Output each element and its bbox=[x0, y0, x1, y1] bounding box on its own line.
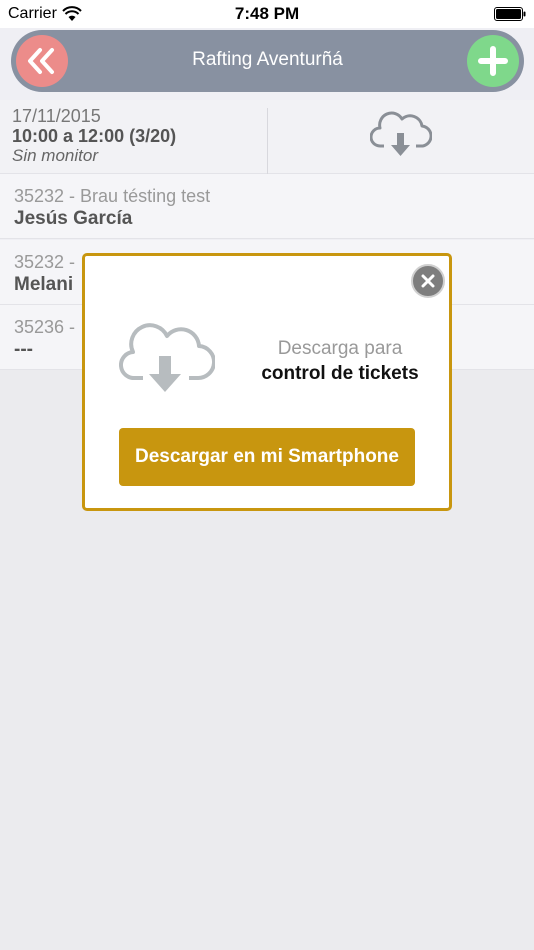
booking-id: 35232 - Brau tésting test bbox=[14, 186, 211, 206]
booking-name: Melani bbox=[14, 274, 74, 295]
list-item[interactable]: 35232 - Brau tésting test Jesús García bbox=[0, 174, 534, 239]
modal-message: Descarga para control de tickets bbox=[235, 336, 445, 386]
session-time: 10:00 a 12:00 (3/20) bbox=[12, 126, 177, 146]
add-button[interactable] bbox=[467, 35, 519, 87]
session-monitor: Sin monitor bbox=[12, 146, 98, 165]
page-title: Rafting Aventurñá bbox=[192, 49, 343, 70]
session-info: 17/11/2015 10:00 a 12:00 (3/20) Sin moni… bbox=[12, 106, 176, 166]
cloud-download-icon bbox=[119, 323, 215, 392]
modal-line-2: control de tickets bbox=[261, 363, 419, 384]
plus-icon bbox=[478, 46, 508, 76]
clock: 7:48 PM bbox=[234, 4, 300, 23]
nav-bar: Rafting Aventurñá bbox=[11, 30, 524, 92]
booking-id: 35232 - bbox=[14, 252, 76, 272]
double-chevron-left-icon bbox=[28, 48, 54, 74]
download-modal: Descarga para control de tickets Descarg… bbox=[82, 253, 452, 511]
booking-name: --- bbox=[14, 339, 33, 360]
session-header: 17/11/2015 10:00 a 12:00 (3/20) Sin moni… bbox=[0, 100, 534, 174]
booking-name: Jesús García bbox=[14, 208, 133, 229]
status-bar: Carrier 7:48 PM bbox=[0, 0, 534, 28]
modal-line-1: Descarga para bbox=[277, 338, 403, 359]
battery-icon bbox=[494, 7, 526, 21]
booking-id: 35236 - bbox=[14, 317, 76, 337]
divider bbox=[267, 108, 268, 174]
download-smartphone-button[interactable]: Descargar en mi Smartphone bbox=[119, 428, 415, 486]
close-icon bbox=[421, 274, 435, 288]
cloud-download-icon[interactable] bbox=[370, 108, 432, 160]
close-button[interactable] bbox=[411, 264, 445, 298]
back-button[interactable] bbox=[16, 35, 68, 87]
session-date: 17/11/2015 bbox=[12, 106, 101, 126]
